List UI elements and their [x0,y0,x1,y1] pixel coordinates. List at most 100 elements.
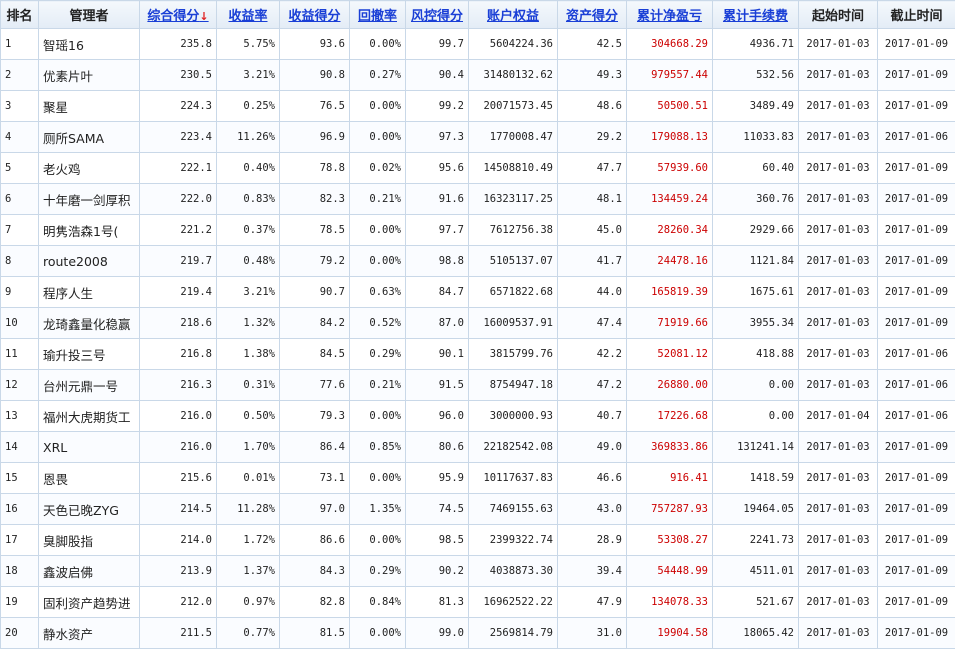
return-rate-cell: 1.70% [217,432,280,463]
end-date-cell: 2017-01-09 [878,184,955,215]
ranking-table: 排名 管理者 综合得分↓ 收益率 收益得分 回撤率 风控得分 账户权益 资产得分… [0,0,955,649]
equity-cell: 20071573.45 [469,91,558,122]
risk-score-cell: 80.6 [406,432,469,463]
asset-score-cell: 45.0 [558,215,627,246]
table-row: 12台州元鼎一号216.30.31%77.60.21%91.58754947.1… [1,370,955,401]
composite-cell: 222.0 [140,184,217,215]
header-return-score[interactable]: 收益得分 [280,1,350,29]
manager-cell[interactable]: 厕所SAMA [39,122,140,153]
sort-return-score-link[interactable]: 收益得分 [288,9,340,24]
asset-score-cell: 42.5 [558,29,627,60]
manager-cell[interactable]: 静水资产 [39,618,140,649]
manager-cell[interactable]: 老火鸡 [39,153,140,184]
manager-cell[interactable]: 天色已晚ZYG [39,494,140,525]
manager-cell[interactable]: 聚星 [39,91,140,122]
rank-cell: 16 [1,494,39,525]
cum-fee-cell: 1121.84 [713,246,799,277]
header-composite-label: 综合得分 [147,9,199,24]
return-rate-cell: 0.48% [217,246,280,277]
manager-cell[interactable]: XRL [39,432,140,463]
return-rate-cell: 0.31% [217,370,280,401]
header-row: 排名 管理者 综合得分↓ 收益率 收益得分 回撤率 风控得分 账户权益 资产得分… [1,1,955,29]
drawdown-cell: 0.00% [350,463,406,494]
manager-cell[interactable]: 龙琦鑫量化稳赢 [39,308,140,339]
return-score-cell: 90.7 [280,277,350,308]
start-date-cell: 2017-01-03 [799,494,878,525]
header-return-rate[interactable]: 收益率 [217,1,280,29]
risk-score-cell: 99.2 [406,91,469,122]
sort-equity-link[interactable]: 账户权益 [487,9,539,24]
manager-cell[interactable]: 恩畏 [39,463,140,494]
sort-cum-pnl-link[interactable]: 累计净盈亏 [637,9,702,24]
sort-cum-fee-link[interactable]: 累计手续费 [723,9,788,24]
rank-cell: 11 [1,339,39,370]
cum-fee-cell: 18065.42 [713,618,799,649]
cum-pnl-cell: 50500.51 [627,91,713,122]
sort-drawdown-link[interactable]: 回撤率 [358,9,397,24]
manager-cell[interactable]: 程序人生 [39,277,140,308]
manager-cell[interactable]: 十年磨一剑厚积 [39,184,140,215]
composite-cell: 230.5 [140,60,217,91]
cum-pnl-cell: 757287.93 [627,494,713,525]
start-date-cell: 2017-01-03 [799,122,878,153]
sort-risk-score-link[interactable]: 风控得分 [411,9,463,24]
manager-cell[interactable]: 台州元鼎一号 [39,370,140,401]
asset-score-cell: 47.7 [558,153,627,184]
manager-cell[interactable]: 优素片叶 [39,60,140,91]
cum-fee-cell: 2241.73 [713,525,799,556]
risk-score-cell: 99.0 [406,618,469,649]
header-risk-score[interactable]: 风控得分 [406,1,469,29]
drawdown-cell: 0.00% [350,525,406,556]
sort-return-rate-link[interactable]: 收益率 [228,9,267,24]
drawdown-cell: 0.52% [350,308,406,339]
manager-cell[interactable]: route2008 [39,246,140,277]
composite-cell: 214.0 [140,525,217,556]
cum-pnl-cell: 165819.39 [627,277,713,308]
end-date-cell: 2017-01-09 [878,246,955,277]
sort-asset-score-link[interactable]: 资产得分 [566,9,618,24]
header-asset-score[interactable]: 资产得分 [558,1,627,29]
manager-cell[interactable]: 福州大虎期货工 [39,401,140,432]
header-cum-pnl[interactable]: 累计净盈亏 [627,1,713,29]
manager-cell[interactable]: 鑫波启佛 [39,556,140,587]
return-rate-cell: 0.01% [217,463,280,494]
return-rate-cell: 0.50% [217,401,280,432]
cum-pnl-cell: 54448.99 [627,556,713,587]
header-composite[interactable]: 综合得分↓ [140,1,217,29]
manager-cell[interactable]: 智瑶16 [39,29,140,60]
manager-cell[interactable]: 固利资产趋势进 [39,587,140,618]
risk-score-cell: 96.0 [406,401,469,432]
risk-score-cell: 91.6 [406,184,469,215]
header-cum-fee[interactable]: 累计手续费 [713,1,799,29]
header-drawdown[interactable]: 回撤率 [350,1,406,29]
return-rate-cell: 1.72% [217,525,280,556]
asset-score-cell: 47.4 [558,308,627,339]
asset-score-cell: 29.2 [558,122,627,153]
manager-cell[interactable]: 明隽浩森1号( [39,215,140,246]
rank-cell: 17 [1,525,39,556]
return-score-cell: 86.6 [280,525,350,556]
return-score-cell: 73.1 [280,463,350,494]
manager-cell[interactable]: 瑜升投三号 [39,339,140,370]
return-score-cell: 82.8 [280,587,350,618]
return-rate-cell: 0.25% [217,91,280,122]
sort-composite-link[interactable]: 综合得分↓ [147,9,208,24]
end-date-cell: 2017-01-09 [878,29,955,60]
cum-pnl-cell: 134459.24 [627,184,713,215]
rank-cell: 1 [1,29,39,60]
header-equity[interactable]: 账户权益 [469,1,558,29]
return-rate-cell: 11.26% [217,122,280,153]
asset-score-cell: 40.7 [558,401,627,432]
risk-score-cell: 99.7 [406,29,469,60]
drawdown-cell: 0.29% [350,556,406,587]
asset-score-cell: 49.3 [558,60,627,91]
composite-cell: 214.5 [140,494,217,525]
return-score-cell: 78.8 [280,153,350,184]
return-score-cell: 93.6 [280,29,350,60]
equity-cell: 16323117.25 [469,184,558,215]
return-rate-cell: 1.38% [217,339,280,370]
equity-cell: 16962522.22 [469,587,558,618]
cum-fee-cell: 4511.01 [713,556,799,587]
manager-cell[interactable]: 臭脚股指 [39,525,140,556]
asset-score-cell: 42.2 [558,339,627,370]
